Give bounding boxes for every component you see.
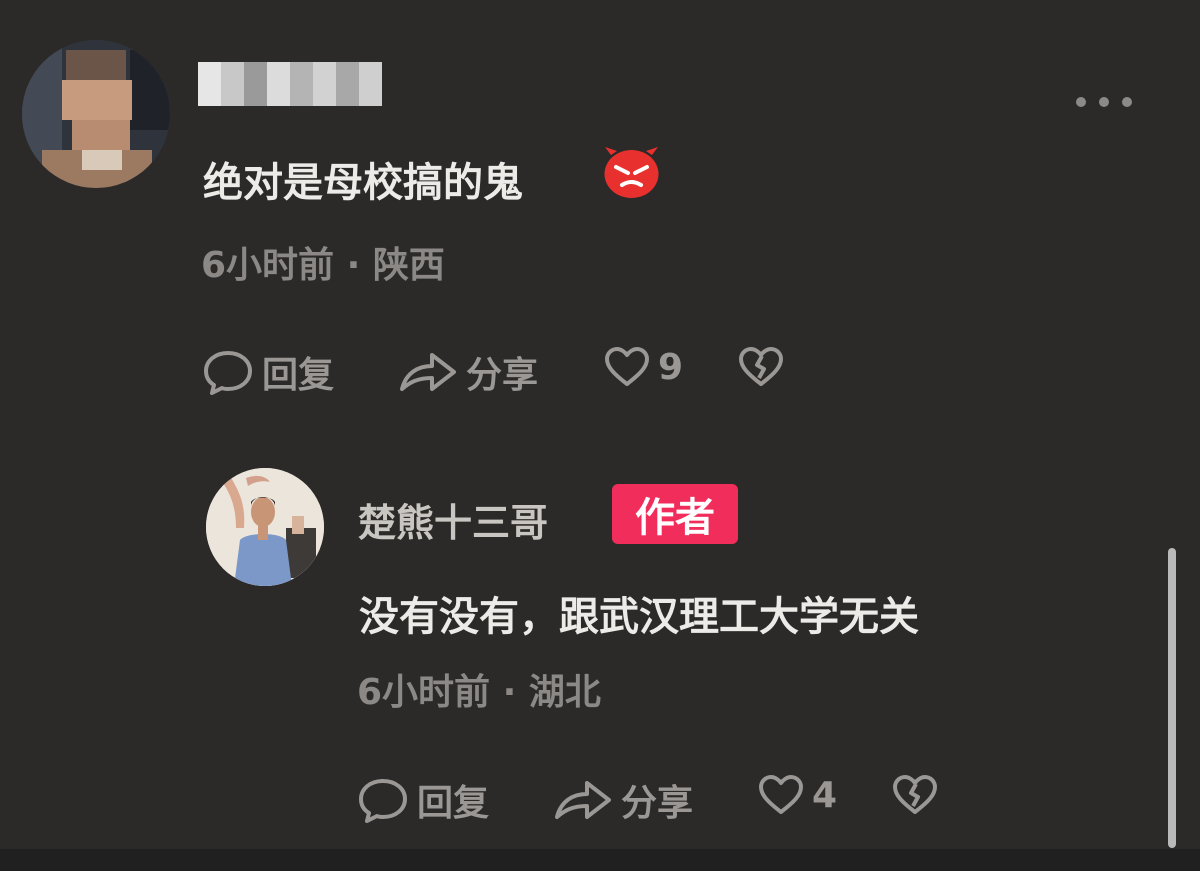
broken-heart-icon (739, 347, 783, 386)
broken-heart-icon (893, 775, 937, 814)
heart-icon (605, 347, 649, 386)
speech-bubble-icon (204, 351, 252, 395)
author-badge: 作者 (612, 484, 738, 544)
bottom-edge (0, 849, 1200, 871)
author-username[interactable]: 楚熊十三哥 (358, 492, 548, 547)
dislike-button[interactable] (738, 346, 784, 388)
comment-meta: 6小时前 · 陕西 (201, 236, 445, 288)
reply-dislike-button[interactable] (892, 774, 938, 816)
reply-button[interactable]: 回复 (202, 346, 334, 398)
heart-icon (759, 775, 803, 814)
meta-separator: · (502, 672, 529, 713)
scrollbar[interactable] (1168, 548, 1176, 848)
share-arrow-icon (555, 781, 611, 819)
reply-label: 回复 (262, 355, 335, 396)
username-blurred[interactable] (198, 62, 382, 106)
reply-text: 没有没有，跟武汉理工大学无关 (359, 594, 919, 640)
share-label: 分享 (466, 355, 539, 396)
angry-face-emoji-icon (604, 147, 659, 198)
reply-like-button[interactable]: 4 (758, 774, 837, 816)
like-button[interactable]: 9 (604, 346, 683, 388)
comment-thread: 绝对是母校搞的鬼 6小时前 · 陕西 回复 分享 9 楚熊十三哥 作者 没有没有… (0, 0, 1200, 871)
share-arrow-icon (400, 353, 456, 391)
like-count: 4 (812, 774, 838, 816)
speech-bubble-icon (359, 779, 407, 823)
commenter-avatar[interactable] (22, 40, 170, 188)
reply-time: 6小时前 (357, 672, 491, 713)
reply-reply-button[interactable]: 回复 (357, 774, 489, 826)
reply-label: 回复 (417, 783, 490, 824)
share-button[interactable]: 分享 (398, 346, 538, 398)
reply-meta: 6小时前 · 湖北 (357, 663, 601, 715)
meta-separator: · (346, 245, 373, 286)
share-label: 分享 (621, 783, 694, 824)
reply-location: 湖北 (528, 672, 601, 713)
like-count: 9 (658, 346, 684, 388)
more-options-icon[interactable] (1076, 96, 1132, 108)
comment-text: 绝对是母校搞的鬼 (203, 160, 523, 206)
comment-time: 6小时前 (201, 245, 335, 286)
comment-location: 陕西 (372, 245, 445, 286)
reply-share-button[interactable]: 分享 (553, 774, 693, 826)
author-avatar[interactable] (206, 468, 324, 586)
